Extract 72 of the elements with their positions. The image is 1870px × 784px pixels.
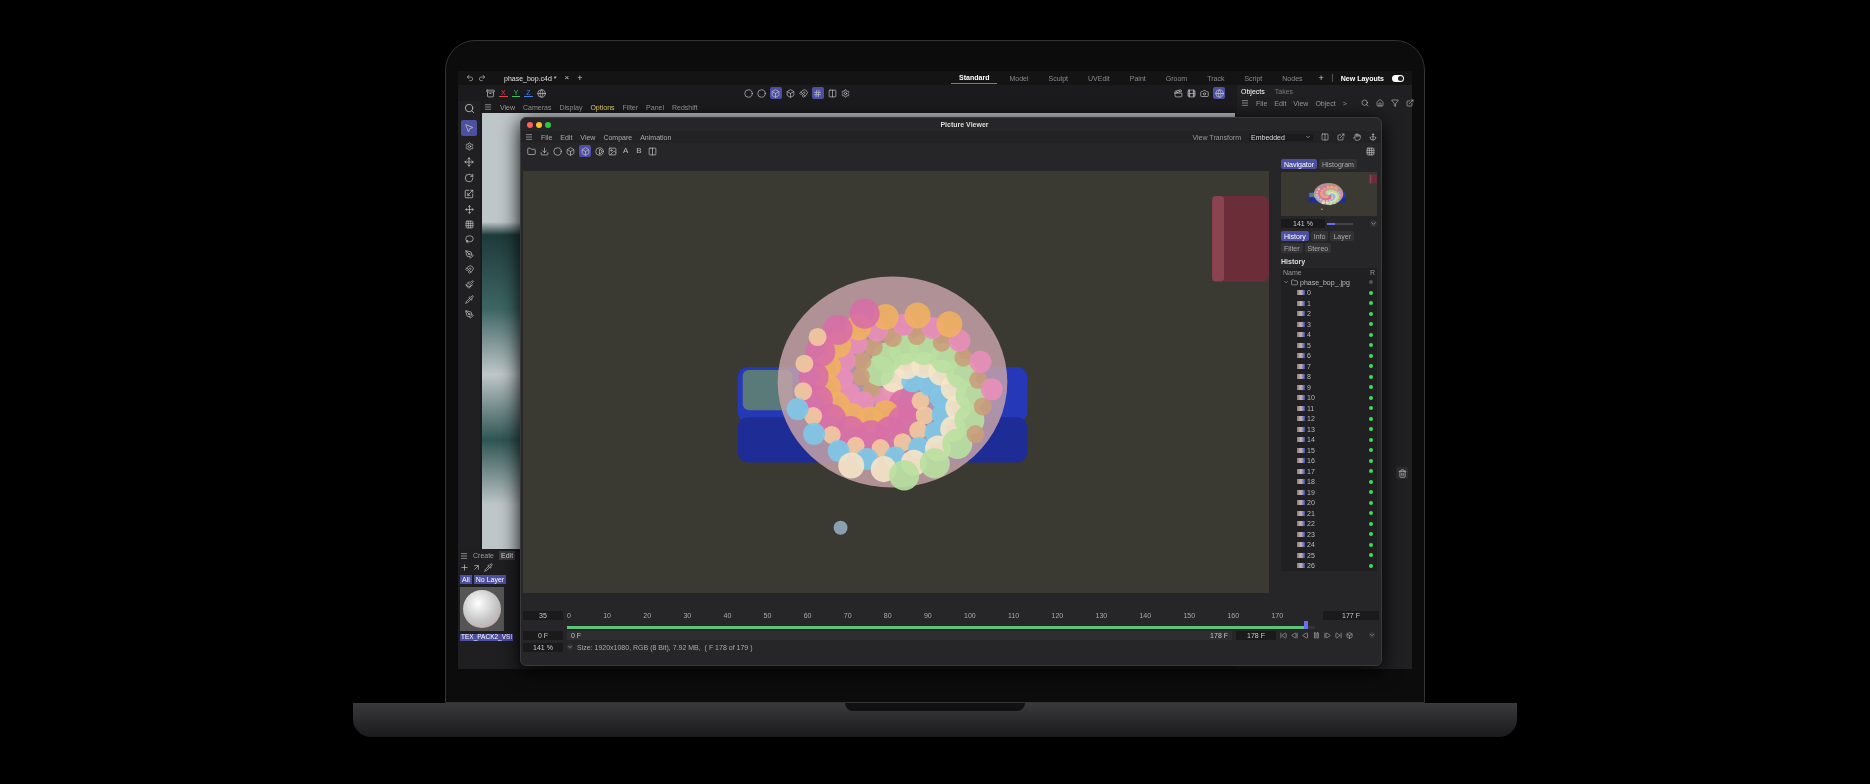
select-tool-icon[interactable]: [461, 120, 477, 136]
menu-icon[interactable]: [525, 133, 533, 141]
dropdown-icon[interactable]: [1369, 632, 1375, 638]
sphere-icon[interactable]: [1213, 87, 1225, 99]
folder-icon: [1291, 278, 1298, 286]
lasso-tool-icon[interactable]: [464, 235, 474, 244]
add-icon[interactable]: [460, 563, 469, 572]
split-view-icon[interactable]: [1321, 133, 1329, 141]
circle-icon[interactable]: [553, 146, 562, 156]
search-icon[interactable]: [1360, 99, 1369, 107]
skip-back-icon[interactable]: [1280, 631, 1287, 639]
maximize-window-button[interactable]: [545, 121, 551, 128]
dropdown-icon[interactable]: [567, 644, 573, 650]
home-icon[interactable]: [1375, 99, 1384, 107]
brush-tool-icon[interactable]: [464, 280, 474, 289]
playhead-handle[interactable]: [1303, 621, 1308, 629]
play-reverse-icon[interactable]: [1302, 631, 1309, 639]
camera-icon[interactable]: [1200, 88, 1209, 98]
step-back-icon[interactable]: [1291, 631, 1298, 639]
move-tool-icon[interactable]: [464, 157, 474, 167]
pen-tool-icon[interactable]: [464, 250, 474, 259]
menu-icon[interactable]: [484, 103, 492, 111]
zoom-slider[interactable]: [1327, 222, 1353, 225]
pop-out-icon[interactable]: [1405, 99, 1414, 107]
skip-forward-icon[interactable]: [1335, 631, 1342, 639]
add-layout-button[interactable]: +: [1314, 73, 1328, 83]
menu-icon[interactable]: [1241, 99, 1249, 107]
compare-icon[interactable]: [608, 146, 617, 156]
folder-icon[interactable]: [527, 146, 536, 156]
filter-icon[interactable]: [1390, 99, 1399, 107]
close-tab-button[interactable]: ×: [564, 74, 570, 82]
compare-slot-button[interactable]: A: [621, 147, 631, 155]
cube-icon[interactable]: [769, 87, 782, 99]
gear-icon[interactable]: [840, 88, 850, 98]
arrow-icon[interactable]: [472, 563, 481, 572]
pipette-tool-icon[interactable]: [464, 295, 474, 304]
step-forward-icon[interactable]: [1324, 631, 1331, 639]
new-layouts-toggle[interactable]: [1392, 74, 1404, 82]
grid-icon[interactable]: [811, 87, 824, 99]
dropdown-icon[interactable]: [1370, 220, 1377, 227]
ring-icon[interactable]: [756, 88, 766, 98]
close-window-button[interactable]: [527, 121, 533, 128]
gear-icon[interactable]: [464, 142, 474, 151]
caret-icon: [1305, 134, 1311, 140]
trash-icon[interactable]: [1396, 467, 1408, 479]
timeline-track[interactable]: [567, 621, 1315, 629]
pipette-icon[interactable]: [484, 563, 493, 572]
redo-icon[interactable]: [478, 74, 486, 82]
object-icon[interactable]: [785, 88, 795, 98]
expand-caret-icon[interactable]: [1283, 279, 1289, 286]
search-icon[interactable]: [463, 103, 475, 114]
grid-icon[interactable]: [1366, 146, 1375, 156]
scale-tool-icon[interactable]: [464, 189, 474, 199]
render-view-icon[interactable]: [1187, 88, 1196, 98]
move-points-icon[interactable]: [464, 205, 474, 214]
spline-tool-icon[interactable]: [464, 310, 474, 319]
compare-slot-button[interactable]: B: [634, 147, 644, 155]
hand-icon[interactable]: [1353, 133, 1361, 141]
archive-icon[interactable]: [486, 88, 495, 98]
contrast-icon[interactable]: [595, 146, 604, 156]
minimize-window-button[interactable]: [536, 121, 542, 128]
circle-icon[interactable]: [743, 88, 753, 98]
save-icon[interactable]: [540, 146, 549, 156]
rotate-tool-icon[interactable]: [464, 173, 474, 183]
pin-icon[interactable]: [1369, 133, 1377, 141]
menu-icon[interactable]: [460, 551, 468, 560]
pop-out-icon[interactable]: [1337, 133, 1345, 141]
grid-tool-icon[interactable]: [464, 220, 474, 229]
undo-icon[interactable]: [466, 74, 474, 82]
render-icon[interactable]: [1174, 88, 1183, 98]
new-tab-button[interactable]: +: [577, 73, 583, 83]
pause-icon[interactable]: [1313, 631, 1320, 639]
